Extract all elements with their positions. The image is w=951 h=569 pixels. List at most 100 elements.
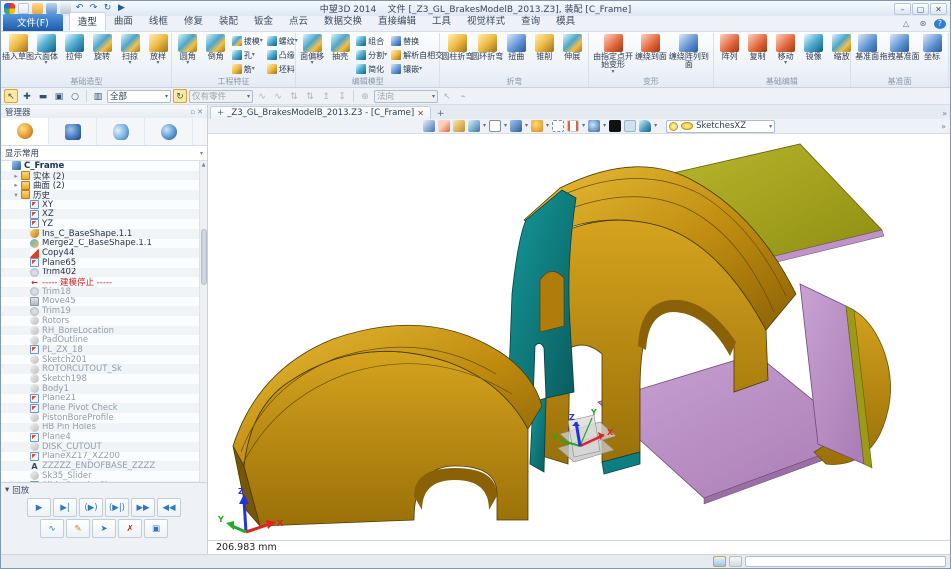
step-play-button[interactable]: (▶) [79, 498, 103, 517]
panel-toggle-icon[interactable] [729, 556, 742, 567]
tab-visibility[interactable] [97, 118, 145, 145]
tree-item[interactable]: Trim19 [1, 306, 199, 316]
rewind-button[interactable]: ◀◀ [157, 498, 181, 517]
ribbon-small-button[interactable]: 分割 ▾ [356, 48, 387, 62]
ribbon-button[interactable]: 由指定点开始变形▾ [591, 33, 635, 74]
pick-polygon-icon[interactable]: ○ [68, 89, 82, 103]
menu-tab-9[interactable]: 直接编辑 [370, 12, 424, 31]
globe-dir-icon[interactable]: ⊕ [358, 89, 372, 103]
tab-close-icon[interactable]: ✕ [417, 109, 424, 118]
shaded-view-icon[interactable] [468, 120, 480, 132]
ribbon-button[interactable]: 复制 [744, 33, 772, 61]
new-file-icon[interactable] [18, 3, 29, 14]
document-tab[interactable]: + _Z3_GL_BrakesModelB_2013.Z3 - [C_Frame… [210, 106, 431, 119]
menu-tab-10[interactable]: 工具 [424, 12, 459, 31]
ribbon-button[interactable]: 放样▾ [144, 33, 172, 65]
spline-tool-button[interactable]: ∿ [40, 519, 64, 538]
panel-close-icon[interactable]: ✕ [197, 108, 203, 116]
tree-item[interactable]: Trim402 [1, 268, 199, 278]
tree-item[interactable]: XZ [1, 209, 199, 219]
ribbon-small-button[interactable]: 孔 ▾ [232, 48, 263, 62]
open-file-icon[interactable] [32, 3, 43, 14]
menu-tab-4[interactable]: 修复 [176, 12, 211, 31]
scrollbar-thumb[interactable] [201, 229, 207, 285]
tree-item[interactable]: ▸曲面 (2) [1, 180, 199, 190]
toolbar-overflow-icon[interactable]: » [941, 122, 946, 131]
collapse-ribbon-icon[interactable]: △ [900, 19, 912, 29]
ribbon-button[interactable]: 面偏移▾ [298, 33, 326, 65]
tree-item[interactable]: ▾历史 [1, 190, 199, 200]
pick-dir-icon[interactable]: ↖ [440, 89, 454, 103]
ribbon-button[interactable]: 伸展 [558, 33, 586, 61]
menu-tab-8[interactable]: 数据交换 [316, 12, 370, 31]
edit-tool-button[interactable]: ✎ [66, 519, 90, 538]
tree-item[interactable]: DISK_CUTOUT [1, 442, 199, 452]
play-to-end-button[interactable]: ▶| [53, 498, 77, 517]
ribbon-button[interactable]: 六面体▾ [32, 33, 60, 65]
background-dark-icon[interactable] [609, 120, 621, 132]
tree-item[interactable]: Plane21 [1, 394, 199, 404]
ribbon-small-button[interactable]: 解析自相交 [391, 48, 443, 62]
menu-tab-13[interactable]: 模具 [548, 12, 583, 31]
step-play-end-button[interactable]: (▶|) [105, 498, 129, 517]
minimize-button[interactable]: – [894, 3, 911, 15]
layer-dropdown[interactable]: SketchesXZ▾ [666, 120, 775, 133]
status-input[interactable] [745, 556, 946, 567]
ribbon-small-button[interactable]: 筋 ▾ [232, 62, 263, 76]
delete-tool-button[interactable]: ✗ [118, 519, 142, 538]
menu-tab-3[interactable]: 线框 [141, 12, 176, 31]
menu-tab-1[interactable]: 造型 [69, 12, 106, 31]
collapse-playback-icon[interactable]: ▾ [5, 485, 9, 495]
filter-chart-icon[interactable]: ▥ [91, 89, 105, 103]
close-button[interactable]: ✕ [930, 3, 947, 15]
tree-item[interactable]: PL_ZX_18 [1, 345, 199, 355]
tree-item[interactable]: Body1 [1, 384, 199, 394]
table-toggle-icon[interactable] [713, 556, 726, 567]
restore-button[interactable]: ▢ [912, 3, 929, 15]
tree-expander-icon[interactable]: ▾ [12, 191, 20, 199]
list-down-icon[interactable]: ↧ [335, 89, 349, 103]
tree-item[interactable]: XY [1, 200, 199, 210]
auto-regen-icon[interactable]: ↻ [173, 89, 187, 103]
tree-item[interactable]: Plane4 [1, 432, 199, 442]
tab-view[interactable] [145, 118, 193, 145]
display-tool-button[interactable]: ▣ [144, 519, 168, 538]
ribbon-button[interactable]: 插入草图 [4, 33, 32, 61]
tree-item[interactable]: C_Frame [1, 161, 199, 171]
ribbon-button[interactable]: 移动▾ [772, 33, 800, 65]
ribbon-small-button[interactable]: 坯料 [267, 62, 298, 76]
tree-item[interactable]: PistonBoreProfile [1, 413, 199, 423]
keypoint-tool-button[interactable]: ➤ [92, 519, 116, 538]
exit-sketch-icon[interactable] [423, 120, 435, 132]
align-view-icon[interactable] [567, 120, 579, 132]
ribbon-button[interactable]: 圆柱折弯 [442, 33, 472, 61]
tree-item[interactable]: PlaneXZ17_XZ200 [1, 452, 199, 462]
help-icon[interactable]: ? [934, 19, 946, 29]
solid-view-icon[interactable] [453, 120, 465, 132]
zoom-fit-icon[interactable] [552, 120, 564, 132]
tree-item[interactable]: Sk35_Slider [1, 471, 199, 481]
settings-icon[interactable]: ⊛ [917, 19, 929, 29]
background-light-icon[interactable] [624, 120, 636, 132]
tree-item[interactable]: HB Pin Holes [1, 423, 199, 433]
ribbon-small-button[interactable]: 组合 [356, 34, 387, 48]
curve-a-icon[interactable]: ∿ [255, 89, 269, 103]
menu-tab-7[interactable]: 点云 [281, 12, 316, 31]
app-logo-icon[interactable] [4, 3, 15, 14]
tree-expander-icon[interactable]: ▸ [12, 172, 20, 180]
ribbon-button[interactable]: 基准面 [853, 33, 881, 61]
tree-item[interactable]: Plane Pivot Check [1, 403, 199, 413]
add-pick-icon[interactable]: ✚ [20, 89, 34, 103]
new-tab-button[interactable]: + [437, 109, 445, 119]
tree-item[interactable]: RH_BoreLocation [1, 326, 199, 336]
tree-item[interactable]: AZZZZZ_ENDOFBASE_ZZZZ [1, 461, 199, 471]
ribbon-button[interactable]: 拖拽基准面 [881, 33, 918, 61]
remove-pick-icon[interactable]: ▬ [36, 89, 50, 103]
camera-view-icon[interactable] [588, 120, 600, 132]
fast-forward-button[interactable]: ▶▶ [131, 498, 155, 517]
tree-item[interactable]: Trim18 [1, 287, 199, 297]
ribbon-button[interactable]: 缠绕阵列到面 [667, 33, 711, 70]
ribbon-button[interactable]: 倒角 [202, 33, 230, 61]
tree-item[interactable]: Ins_C_BaseShape.1.1 [1, 229, 199, 239]
direction-dropdown[interactable]: 法向▾ [374, 90, 438, 103]
